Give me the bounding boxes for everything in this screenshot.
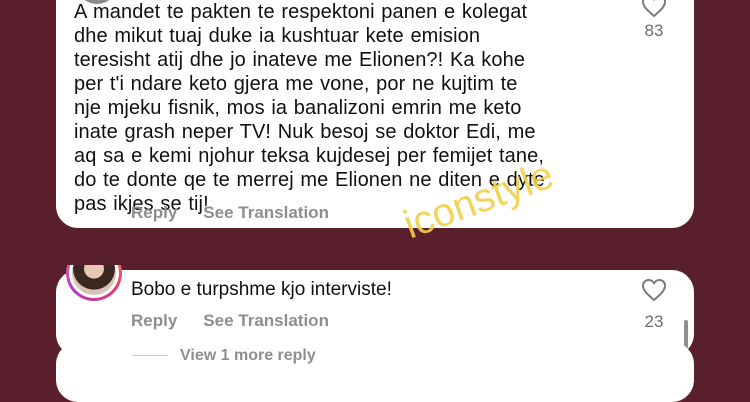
heart-icon: [641, 0, 667, 18]
comment-line: A mandet te pakten te respektoni panen e…: [74, 1, 528, 23]
comment-line: aq sa e kemi njohur teksa kujdesej per f…: [74, 145, 545, 167]
reply-button[interactable]: Reply: [131, 203, 177, 223]
reply-button[interactable]: Reply: [131, 311, 177, 331]
like-heart-icon[interactable]: [641, 278, 667, 302]
comment-actions: Reply See Translation: [131, 203, 329, 223]
comment-text: Bobo e turpshme kjo interviste!: [131, 279, 392, 300]
see-translation-button[interactable]: See Translation: [203, 203, 329, 223]
see-translation-button[interactable]: See Translation: [203, 311, 329, 331]
comment-line: dhe mikut tuaj duke ia kushtuar kete emi…: [74, 25, 481, 47]
like-count: 83: [644, 21, 664, 40]
like-heart-icon[interactable]: [641, 0, 667, 18]
comment-line: nje mjeku fisnik, mos ia banalizoni emri…: [74, 97, 522, 119]
comment-line: per t'i ndare keto gjera me vone, por ne…: [74, 73, 518, 95]
divider: [132, 355, 168, 356]
comment-line: inate grash neper TV! Nuk besoj se dokto…: [74, 121, 536, 143]
like-count: 23: [644, 312, 664, 331]
heart-icon: [641, 278, 667, 302]
comment-card: [56, 342, 694, 402]
comment-actions: Reply See Translation: [131, 311, 329, 331]
comment-line: teresisht atij dhe jo inateve me Elionen…: [74, 49, 526, 71]
view-more-replies-button[interactable]: View 1 more reply: [180, 347, 316, 365]
